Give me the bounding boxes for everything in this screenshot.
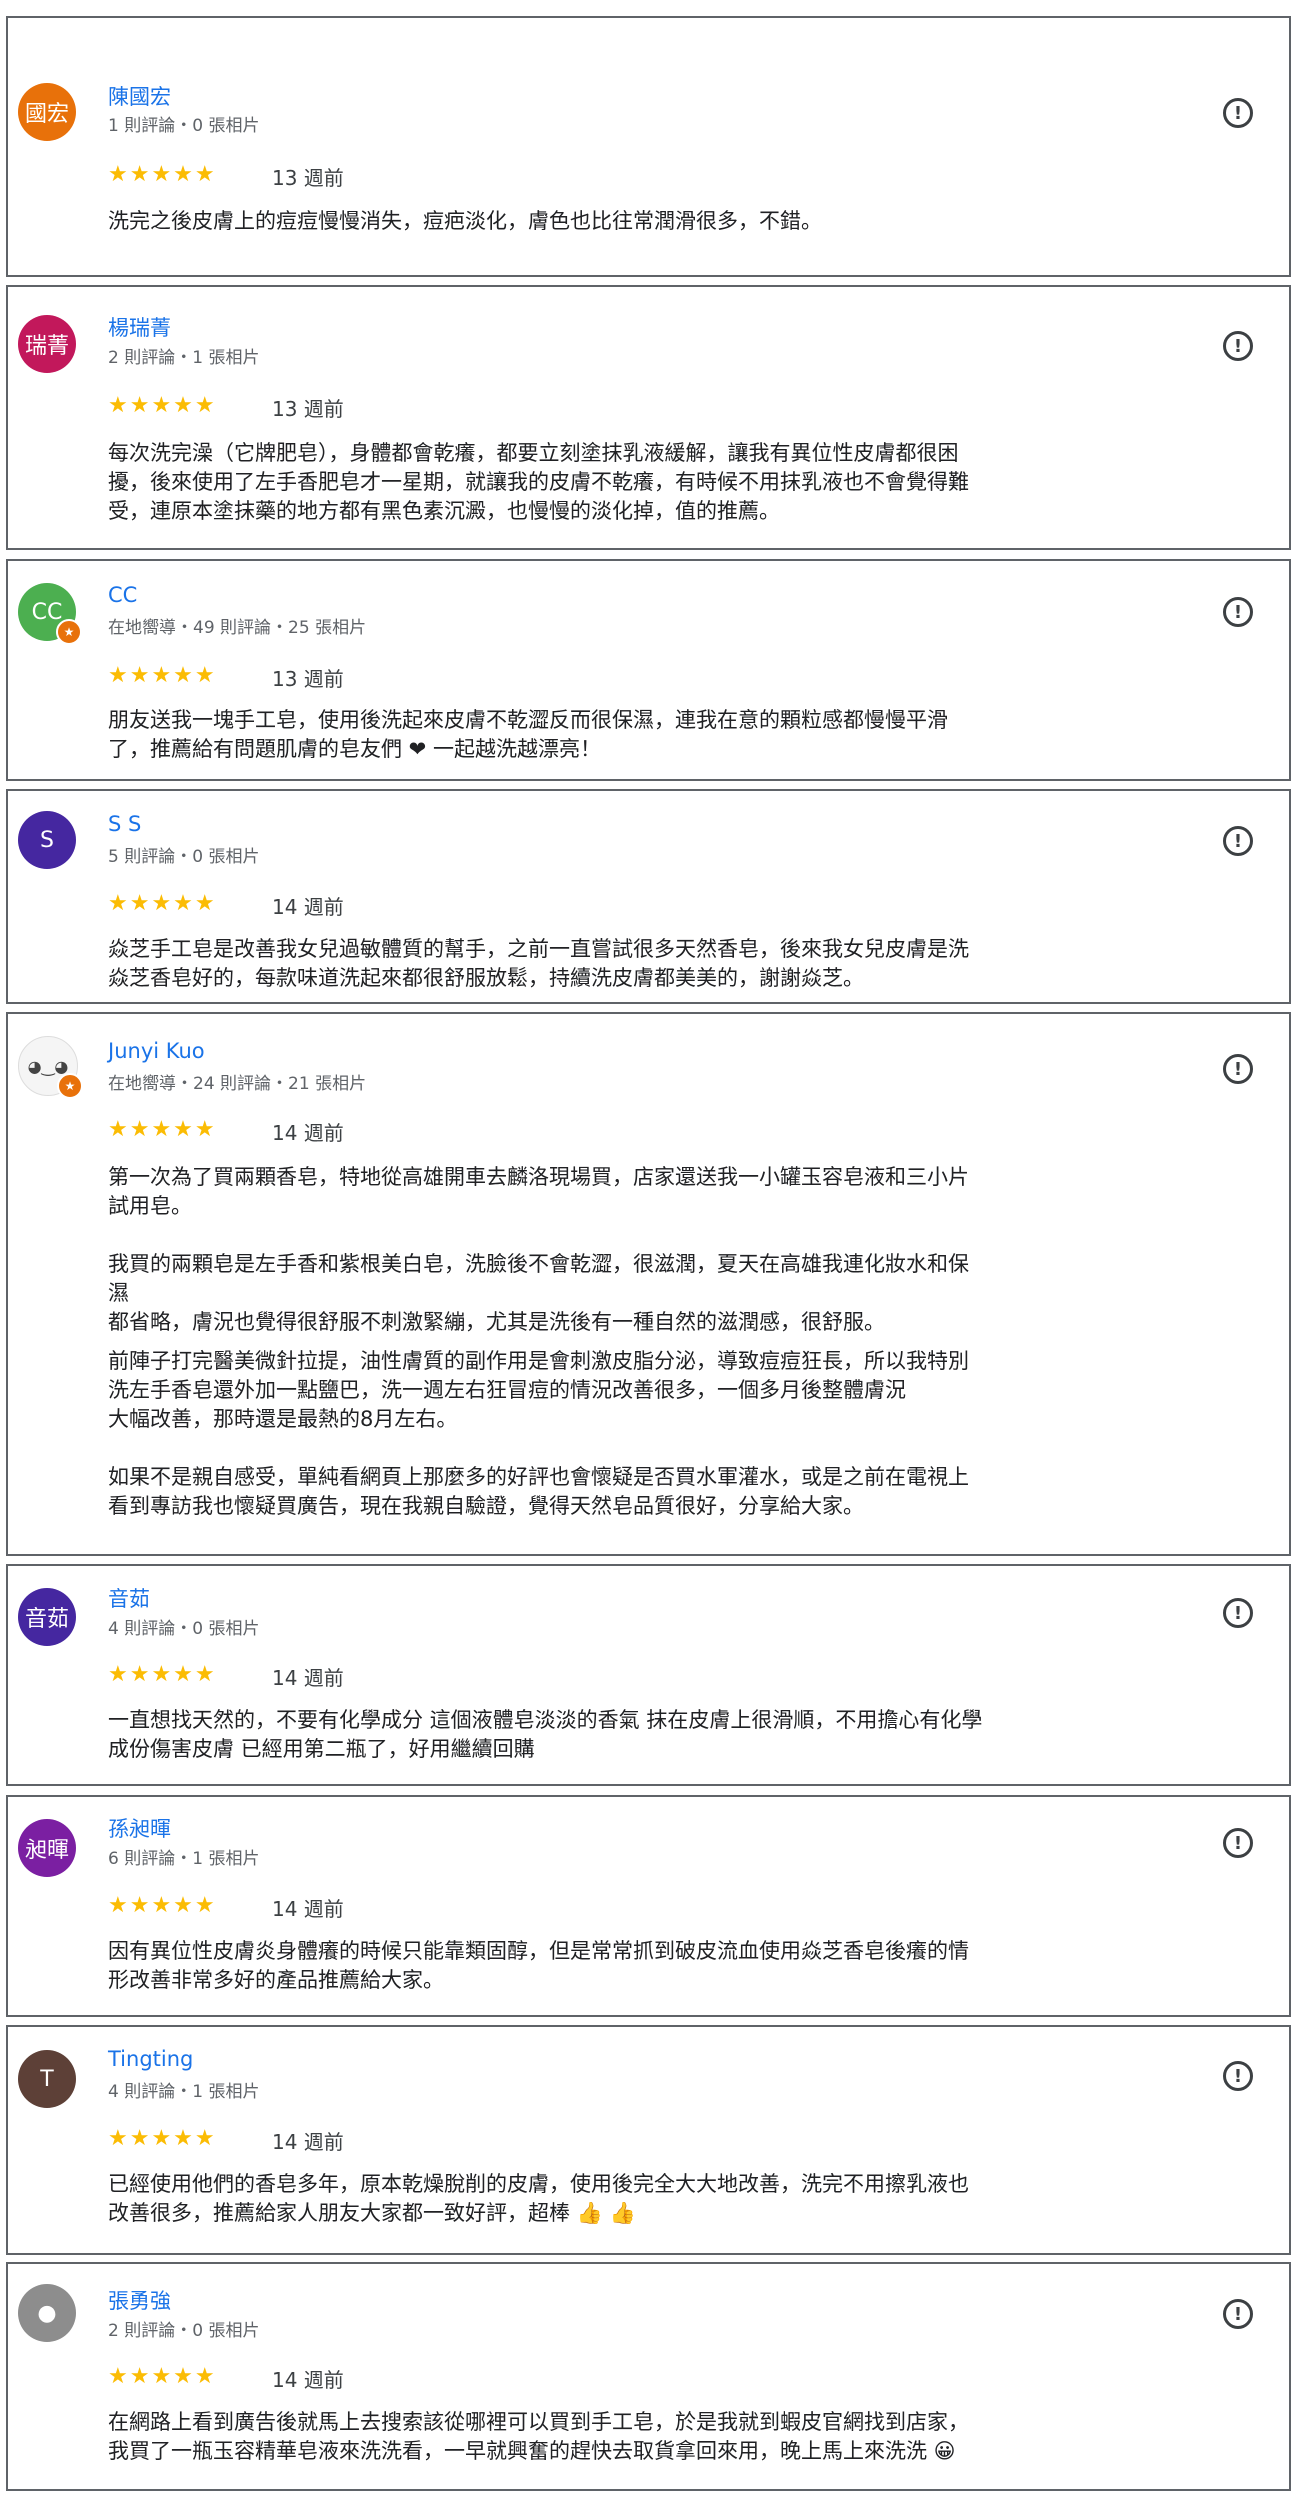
review-card: ◕‿◕ ★ Junyi Kuo 在地嚮導・24 則評論・21 張相片 ! ★★★…: [6, 1012, 1291, 1556]
report-icon[interactable]: !: [1223, 98, 1253, 128]
review-card: CC ★ CC 在地嚮導・49 則評論・25 張相片 ! ★★★★★ 13 週前…: [6, 559, 1291, 781]
avatar[interactable]: 昶暉: [18, 1819, 76, 1877]
star-rating: ★★★★★: [108, 663, 217, 688]
avatar[interactable]: 國宏: [18, 83, 76, 141]
review-date: 14 週前: [272, 895, 344, 919]
reviewer-name[interactable]: 陳國宏: [108, 81, 171, 111]
review-card: 昶暉 孫昶暉 6 則評論・1 張相片 ! ★★★★★ 14 週前 因有異位性皮膚…: [6, 1795, 1291, 2017]
review-text: 朋友送我一塊手工皂，使用後洗起來皮膚不乾澀反而很保濕，連我在意的顆粒感都慢慢平滑…: [108, 708, 948, 761]
reviewer-name[interactable]: 楊瑞菁: [108, 312, 171, 342]
reviewer-meta: 5 則評論・0 張相片: [108, 847, 260, 867]
report-icon[interactable]: !: [1223, 1598, 1253, 1628]
star-rating: ★★★★★: [108, 1893, 217, 1918]
review-card: S S S 5 則評論・0 張相片 ! ★★★★★ 14 週前 焱芝手工皂是改善…: [6, 789, 1291, 1004]
avatar[interactable]: S: [18, 811, 76, 869]
review-card: 瑞菁 楊瑞菁 2 則評論・1 張相片 ! ★★★★★ 13 週前 每次洗完澡（它…: [6, 285, 1291, 550]
review-date: 14 週前: [272, 1121, 344, 1145]
star-rating: ★★★★★: [108, 2126, 217, 2151]
review-date: 14 週前: [272, 1897, 344, 1921]
star-rating: ★★★★★: [108, 162, 217, 187]
reviewer-meta: 在地嚮導・24 則評論・21 張相片: [108, 1074, 367, 1094]
review-date: 14 週前: [272, 2368, 344, 2392]
review-card: 音茹 音茹 4 則評論・0 張相片 ! ★★★★★ 14 週前 一直想找天然的，…: [6, 1564, 1291, 1786]
review-card: T Tingting 4 則評論・1 張相片 ! ★★★★★ 14 週前 已經使…: [6, 2025, 1291, 2255]
avatar[interactable]: 音茹: [18, 1588, 76, 1646]
review-text: 焱芝手工皂是改善我女兒過敏體質的幫手，之前一直嘗試很多天然香皂，後來我女兒皮膚是…: [108, 937, 969, 990]
reviewer-name[interactable]: 張勇強: [108, 2285, 171, 2315]
review-date: 13 週前: [272, 166, 344, 190]
avatar[interactable]: CC ★: [18, 583, 82, 645]
reviewer-meta: 2 則評論・1 張相片: [108, 348, 260, 368]
avatar[interactable]: 瑞菁: [18, 315, 76, 373]
report-icon[interactable]: !: [1223, 331, 1253, 361]
reviewer-name[interactable]: CC: [108, 583, 137, 607]
review-date: 13 週前: [272, 667, 344, 691]
review-date: 14 週前: [272, 2130, 344, 2154]
report-icon[interactable]: !: [1223, 2061, 1253, 2091]
star-rating: ★★★★★: [108, 1117, 217, 1142]
reviewer-meta: 1 則評論・0 張相片: [108, 116, 260, 136]
report-icon[interactable]: !: [1223, 2299, 1253, 2329]
star-rating: ★★★★★: [108, 393, 217, 418]
report-icon[interactable]: !: [1223, 1054, 1253, 1084]
reviewer-meta: 4 則評論・1 張相片: [108, 2082, 260, 2102]
review-text: 洗完之後皮膚上的痘痘慢慢消失，痘疤淡化，膚色也比往常潤滑很多，不錯。: [108, 209, 822, 233]
reviewer-meta: 2 則評論・0 張相片: [108, 2321, 260, 2341]
local-guide-badge-icon: ★: [56, 619, 82, 645]
avatar[interactable]: ●: [18, 2284, 76, 2342]
reviewer-name[interactable]: Junyi Kuo: [108, 1039, 205, 1063]
reviewer-meta: 6 則評論・1 張相片: [108, 1849, 260, 1869]
review-text: 因有異位性皮膚炎身體癢的時候只能靠類固醇，但是常常抓到破皮流血使用焱芝香皂後癢的…: [108, 1939, 969, 1992]
review-card: ● 張勇強 2 則評論・0 張相片 ! ★★★★★ 14 週前 在網路上看到廣告…: [6, 2262, 1291, 2491]
review-text: 每次洗完澡（它牌肥皂），身體都會乾癢，都要立刻塗抹乳液緩解，讓我有異位性皮膚都很…: [108, 441, 969, 523]
review-text: 一直想找天然的，不要有化學成分 這個液體皂淡淡的香氣 抹在皮膚上很滑順，不用擔心…: [108, 1708, 983, 1761]
review-text: 已經使用他們的香皂多年，原本乾燥脫削的皮膚，使用後完全大大地改善，洗完不用擦乳液…: [108, 2172, 969, 2225]
avatar[interactable]: ◕‿◕ ★: [18, 1036, 83, 1099]
reviewer-meta: 在地嚮導・49 則評論・25 張相片: [108, 618, 367, 638]
review-text: 第一次為了買兩顆香皂，特地從高雄開車去麟洛現場買，店家還送我一小罐玉容皂液和三小…: [108, 1165, 969, 1518]
reviewer-name[interactable]: Tingting: [108, 2047, 193, 2071]
reviewer-name[interactable]: 音茹: [108, 1583, 150, 1613]
star-rating: ★★★★★: [108, 891, 217, 916]
star-rating: ★★★★★: [108, 1662, 217, 1687]
review-card: 國宏 陳國宏 1 則評論・0 張相片 ! ★★★★★ 13 週前 洗完之後皮膚上…: [6, 16, 1291, 277]
star-rating: ★★★★★: [108, 2364, 217, 2389]
reviewer-name[interactable]: S S: [108, 812, 141, 836]
report-icon[interactable]: !: [1223, 597, 1253, 627]
local-guide-badge-icon: ★: [57, 1073, 83, 1099]
report-icon[interactable]: !: [1223, 1828, 1253, 1858]
report-icon[interactable]: !: [1223, 826, 1253, 856]
review-date: 14 週前: [272, 1666, 344, 1690]
reviewer-name[interactable]: 孫昶暉: [108, 1813, 171, 1843]
reviewer-meta: 4 則評論・0 張相片: [108, 1619, 260, 1639]
review-date: 13 週前: [272, 397, 344, 421]
review-text: 在網路上看到廣告後就馬上去搜索該從哪裡可以買到手工皂，於是我就到蝦皮官網找到店家…: [108, 2410, 969, 2463]
avatar[interactable]: T: [18, 2050, 76, 2108]
